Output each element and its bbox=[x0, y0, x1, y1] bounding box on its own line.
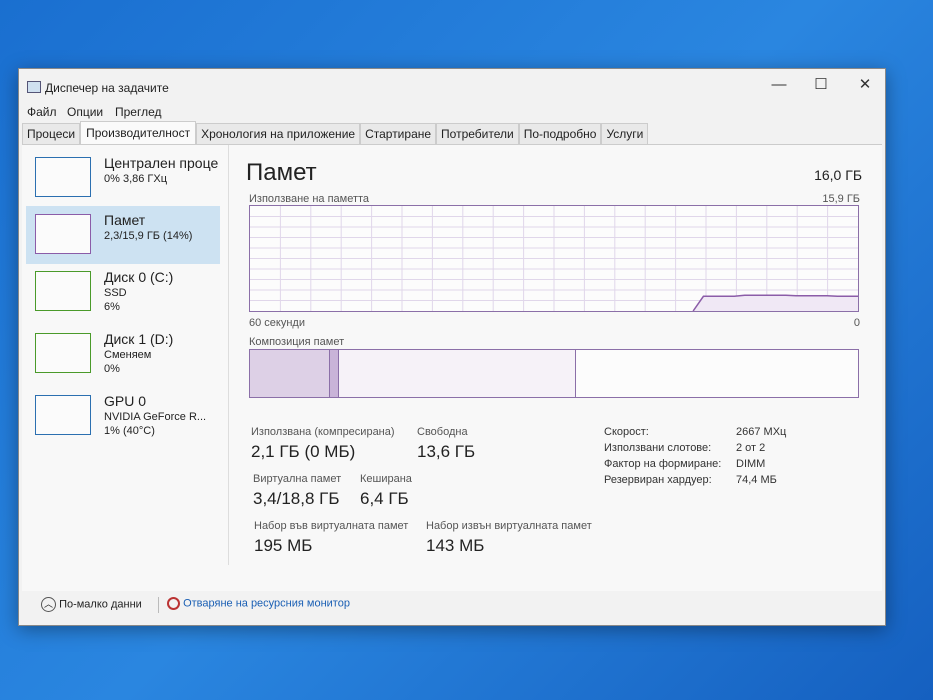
divider bbox=[228, 145, 229, 565]
sidebar-item-detail: 0% 3,86 ГХц bbox=[104, 173, 168, 185]
sidebar-item-4[interactable]: GPU 0 NVIDIA GeForce R... 1% (40°C) bbox=[26, 387, 220, 445]
free-label: Свободна bbox=[417, 426, 468, 438]
sidebar-item-name: Централен проце bbox=[104, 155, 219, 171]
memory-composition-bar bbox=[249, 349, 859, 398]
virtual-label: Виртуална памет bbox=[253, 473, 342, 485]
tab-app-history[interactable]: Хронология на приложение bbox=[196, 123, 361, 145]
memory-usage-graph bbox=[249, 205, 859, 312]
graph-label: Използване на паметта bbox=[249, 193, 370, 205]
sidebar-thumbnail-graph bbox=[35, 395, 91, 435]
composition-standby bbox=[338, 350, 576, 397]
performance-panel: Централен проце 0% 3,86 ГХц Памет 2,3/15… bbox=[22, 144, 882, 591]
composition-free bbox=[575, 350, 858, 397]
resource-monitor-link[interactable]: Отваряне на ресурсния монитор bbox=[167, 597, 350, 610]
property-value: DIMM bbox=[736, 458, 766, 470]
tab-users[interactable]: Потребители bbox=[436, 123, 519, 145]
sidebar-item-value: 6% bbox=[104, 301, 120, 313]
sidebar-item-3[interactable]: Диск 1 (D:) Сменяем 0% bbox=[26, 325, 220, 383]
sidebar-thumbnail-graph bbox=[35, 271, 91, 311]
composition-modified bbox=[329, 350, 339, 397]
menu-options[interactable]: Опции bbox=[67, 105, 103, 119]
menu-file[interactable]: Файл bbox=[27, 105, 57, 119]
sidebar-item-detail: Сменяем bbox=[104, 349, 152, 361]
property-label: Резервиран хардуер: bbox=[604, 474, 712, 486]
property-value: 2 от 2 bbox=[736, 442, 766, 454]
sidebar-item-detail: NVIDIA GeForce R... bbox=[104, 411, 207, 423]
close-button[interactable]: ✕ bbox=[845, 73, 885, 97]
sidebar-thumbnail-graph bbox=[35, 214, 91, 254]
tab-processes[interactable]: Процеси bbox=[22, 123, 81, 145]
free-value: 13,6 ГБ bbox=[417, 442, 476, 461]
sidebar-item-0[interactable]: Централен проце 0% 3,86 ГХц bbox=[26, 149, 220, 207]
composition-in-use bbox=[250, 350, 330, 397]
paged-pool-value: 195 МБ bbox=[254, 536, 313, 555]
used-label: Използвана (компресирана) bbox=[251, 426, 395, 438]
time-left-label: 60 секунди bbox=[249, 317, 305, 329]
time-right-label: 0 bbox=[853, 317, 860, 329]
graph-max: 15,9 ГБ bbox=[822, 193, 860, 205]
page-title: Памет bbox=[246, 159, 317, 186]
tab-details[interactable]: По-подробно bbox=[518, 123, 602, 145]
sidebar-item-name: Диск 0 (C:) bbox=[104, 269, 174, 285]
tab-startup[interactable]: Стартиране bbox=[360, 123, 437, 145]
nonpaged-pool-value: 143 МБ bbox=[426, 536, 485, 555]
sidebar-item-1[interactable]: Памет 2,3/15,9 ГБ (14%) bbox=[26, 206, 220, 264]
property-label: Скорост: bbox=[604, 426, 649, 438]
composition-label: Композиция памет bbox=[249, 336, 345, 348]
property-label: Използвани слотове: bbox=[604, 442, 712, 454]
virtual-value: 3,4/18,8 ГБ bbox=[253, 489, 340, 508]
chevron-up-icon: ︿ bbox=[41, 597, 56, 612]
sidebar-item-value: 0% bbox=[104, 363, 120, 375]
total-memory: 16,0 ГБ bbox=[814, 167, 862, 183]
paged-pool-label: Набор във виртуалната памет bbox=[254, 520, 409, 532]
property-label: Фактор на формиране: bbox=[604, 458, 722, 470]
sidebar-thumbnail-graph bbox=[35, 333, 91, 373]
footer-separator bbox=[158, 597, 159, 613]
resource-monitor-icon bbox=[167, 597, 180, 610]
sidebar-item-name: GPU 0 bbox=[104, 393, 147, 409]
task-manager-icon bbox=[27, 81, 41, 93]
tab-performance[interactable]: Производителност bbox=[80, 121, 197, 145]
tab-services[interactable]: Услуги bbox=[601, 123, 649, 145]
cached-value: 6,4 ГБ bbox=[360, 489, 409, 508]
window-title: Диспечер на задачите bbox=[45, 81, 169, 95]
fewer-details-button[interactable]: ︿ По-малко данни bbox=[41, 597, 142, 612]
sidebar-item-value: 1% (40°C) bbox=[104, 425, 155, 437]
menu-view[interactable]: Преглед bbox=[115, 105, 162, 119]
sidebar-item-2[interactable]: Диск 0 (C:) SSD 6% bbox=[26, 263, 220, 321]
task-manager-window: Диспечер на задачите — ☐ ✕ Файл Опции Пр… bbox=[18, 68, 886, 626]
cached-label: Кеширана bbox=[360, 473, 412, 485]
tab-bar: Процеси Производителност Хронология на п… bbox=[22, 121, 649, 145]
sidebar-item-detail: SSD bbox=[104, 287, 127, 299]
property-value: 74,4 МБ bbox=[736, 474, 777, 486]
minimize-button[interactable]: — bbox=[759, 73, 799, 97]
memory-usage-chart bbox=[250, 206, 858, 312]
sidebar-item-name: Диск 1 (D:) bbox=[104, 331, 174, 347]
sidebar-item-detail: 2,3/15,9 ГБ (14%) bbox=[104, 230, 193, 242]
sidebar-thumbnail-graph bbox=[35, 157, 91, 197]
sidebar-item-name: Памет bbox=[104, 212, 146, 228]
property-value: 2667 МХц bbox=[736, 426, 787, 438]
usage-area bbox=[693, 295, 858, 311]
maximize-button[interactable]: ☐ bbox=[801, 73, 841, 97]
used-value: 2,1 ГБ (0 МБ) bbox=[251, 442, 356, 461]
nonpaged-pool-label: Набор извън виртуалната памет bbox=[426, 520, 592, 532]
